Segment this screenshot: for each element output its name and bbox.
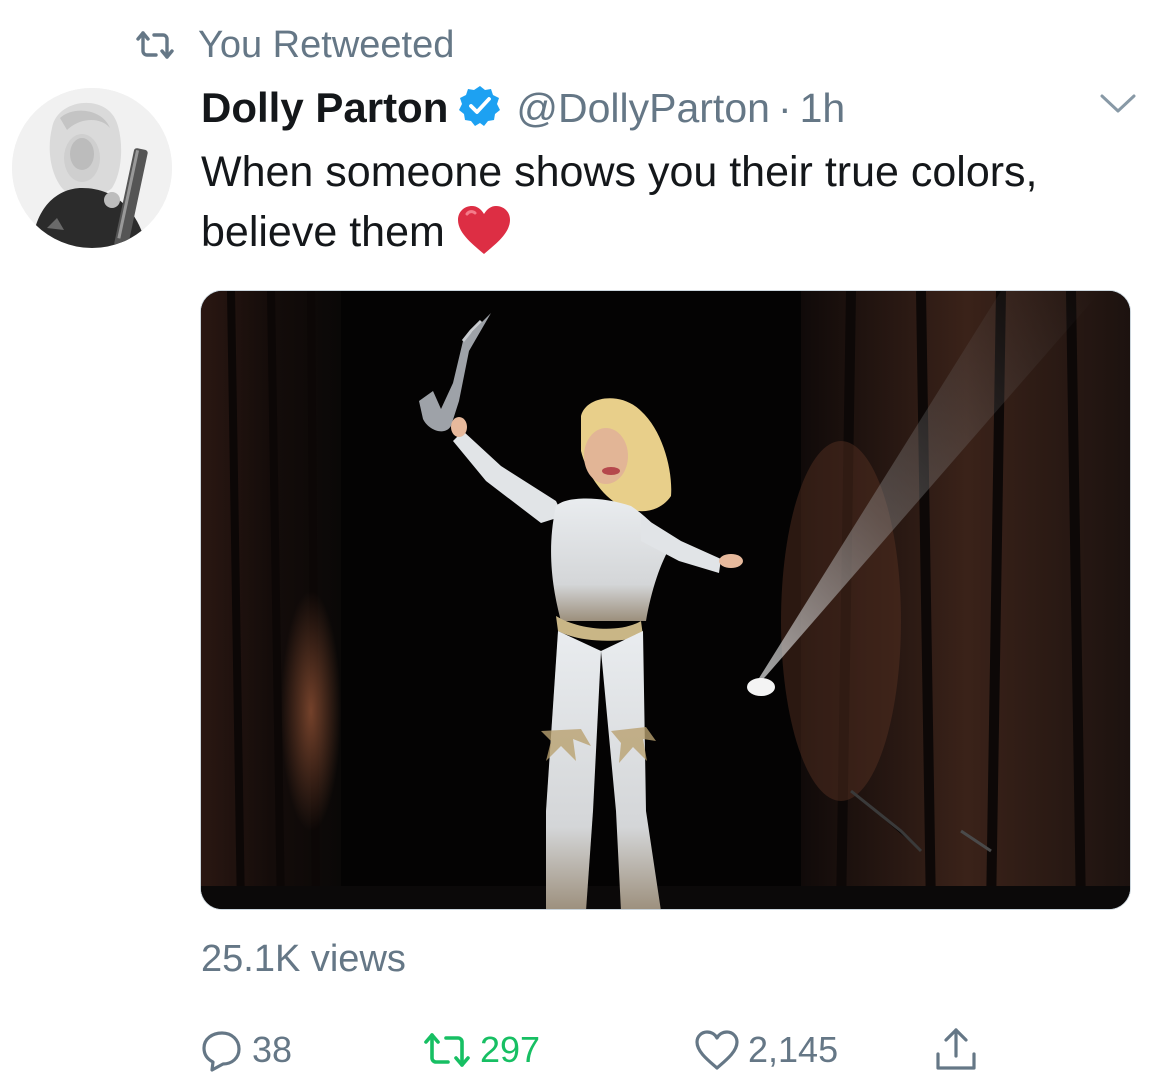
- tweet-text-content: When someone shows you their true colors…: [201, 148, 1038, 256]
- heart-outline-icon: [694, 1029, 740, 1071]
- reply-button[interactable]: 38: [200, 1025, 292, 1075]
- like-count: 2,145: [748, 1029, 839, 1070]
- retweet-count: 297: [480, 1029, 541, 1070]
- retweet-button[interactable]: 297: [422, 1025, 540, 1075]
- author-display-name[interactable]: Dolly Parton: [201, 84, 448, 132]
- tweet-header: Dolly Parton @DollyParton · 1h: [201, 80, 845, 136]
- retweet-active-icon: [422, 1031, 472, 1069]
- like-button[interactable]: 2,145: [694, 1025, 838, 1075]
- chevron-down-icon[interactable]: [1098, 90, 1138, 118]
- retweet-icon: [134, 30, 176, 60]
- tweet-timestamp[interactable]: 1h: [800, 85, 846, 132]
- reply-count: 38: [252, 1029, 293, 1070]
- separator-dot: ·: [777, 84, 792, 131]
- share-button[interactable]: [934, 1025, 978, 1075]
- retweet-context-label: You Retweeted: [198, 23, 455, 66]
- share-icon: [934, 1026, 978, 1074]
- avatar[interactable]: [12, 88, 172, 248]
- author-handle[interactable]: @DollyParton: [516, 85, 770, 132]
- retweet-context: You Retweeted: [134, 22, 454, 68]
- red-heart-emoji-icon: [455, 204, 513, 272]
- tweet-media-photo[interactable]: [200, 290, 1131, 910]
- tweet-card[interactable]: You Retweeted Dolly Parton @DollyParton …: [0, 0, 1154, 1092]
- reply-icon: [200, 1028, 244, 1072]
- tweet-text: When someone shows you their true colors…: [201, 142, 1121, 272]
- verified-badge-icon: [458, 84, 502, 133]
- view-count: 25.1K views: [201, 938, 406, 980]
